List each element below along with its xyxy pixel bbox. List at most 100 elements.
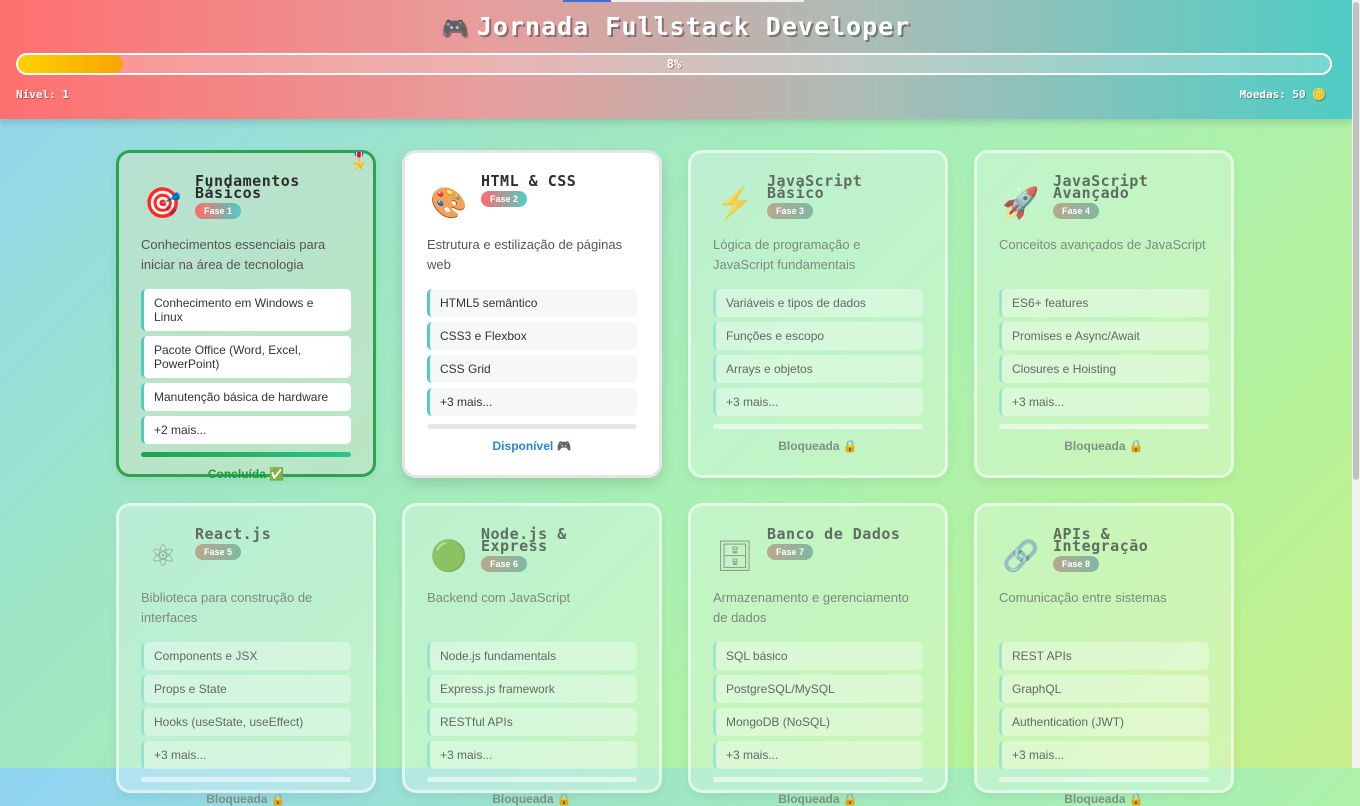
green-circle-icon: 🟢 [430, 539, 468, 573]
card-title: Fundamentos Básicos [195, 172, 300, 202]
phase-badge: Fase 1 [195, 203, 242, 219]
topic-item: +2 mais... [141, 416, 351, 444]
phase-badge: Fase 5 [195, 544, 242, 560]
card-title: React.js [195, 525, 272, 543]
rocket-icon: 🚀 [1002, 186, 1040, 220]
topic-list: SQL básico PostgreSQL/MySQL MongoDB (NoSQL… [713, 642, 923, 769]
topic-item: Arrays e objetos [713, 355, 923, 383]
phase-badge: Fase 4 [1053, 203, 1100, 219]
top-indicator-track [611, 0, 804, 2]
topic-item: Variáveis e tipos de dados [713, 289, 923, 317]
card-status: Bloqueada 🔒 [206, 792, 286, 806]
header-bar: 🎮 Jornada Fullstack Developer 8% Nível: 1… [0, 0, 1352, 119]
gamepad-icon: 🎮 [441, 15, 469, 40]
top-indicator [563, 0, 611, 2]
card-progress-bar [713, 777, 923, 782]
card-title: JavaScript Básico [767, 172, 863, 202]
card-progress-bar [141, 777, 351, 782]
scrollbar[interactable] [1352, 0, 1360, 768]
link-icon: 🔗 [1002, 539, 1040, 573]
target-icon: 🎯 [144, 186, 182, 220]
card-description: Conhecimentos essenciais para iniciar na… [141, 237, 326, 272]
card-progress-bar [427, 424, 637, 429]
card-progress-bar [713, 424, 923, 429]
topic-item: Express.js framework [427, 675, 637, 703]
phase-card[interactable]: 🎨 HTML & CSS Fase 2 Estrutura e estiliza… [402, 150, 662, 478]
topic-item: CSS3 e Flexbox [427, 322, 637, 350]
card-title-wrap: JavaScript Básico Fase 3 [767, 172, 923, 219]
card-status: Bloqueada 🔒 [778, 439, 858, 453]
topic-item: Conhecimento em Windows e Linux [141, 289, 351, 331]
card-progress-bar [141, 452, 351, 457]
page-title-text: Jornada Fullstack Developer [476, 12, 911, 41]
phase-card[interactable]: 🗄 Banco de Dados Fase 7 Armazenamento e … [688, 503, 948, 806]
card-header: 🗄 Banco de Dados Fase 7 [713, 525, 923, 582]
phase-card[interactable]: ⚛ React.js Fase 5 Biblioteca para constr… [116, 503, 376, 806]
card-header: 🎨 HTML & CSS Fase 2 [427, 174, 637, 229]
topic-item: +3 mais... [713, 388, 923, 416]
card-title: Node.js & Express [481, 525, 567, 555]
card-status: Bloqueada 🔒 [1064, 439, 1144, 453]
topic-item: +3 mais... [999, 388, 1209, 416]
topic-item: CSS Grid [427, 355, 637, 383]
topic-list: Components e JSX Props e State Hooks (useS… [141, 642, 351, 769]
topic-item: +3 mais... [427, 741, 637, 769]
topic-list: REST APIs GraphQL Authentication (JWT) +3 m… [999, 642, 1209, 769]
topic-list: Variáveis e tipos de dados Funções e esco… [713, 289, 923, 416]
topic-item: +3 mais... [713, 741, 923, 769]
card-status: Disponível 🎮 [492, 439, 572, 453]
topic-item: +3 mais... [141, 741, 351, 769]
card-progress-bar [999, 424, 1209, 429]
card-status: Concluída ✅ [207, 467, 285, 481]
topic-item: GraphQL [999, 675, 1209, 703]
topic-item: Components e JSX [141, 642, 351, 670]
phase-card[interactable]: 🚀 JavaScript Avançado Fase 4 Conceitos a… [974, 150, 1234, 478]
topic-item: Promises e Async/Await [999, 322, 1209, 350]
topic-item: RESTful APIs [427, 708, 637, 736]
topic-item: Pacote Office (Word, Excel, PowerPoint) [141, 336, 351, 378]
phase-badge: Fase 6 [481, 556, 528, 572]
topic-item: Funções e escopo [713, 322, 923, 350]
topic-item: PostgreSQL/MySQL [713, 675, 923, 703]
card-description: Conceitos avançados de JavaScript [999, 237, 1206, 252]
card-header: ⚡ JavaScript Básico Fase 3 [713, 172, 923, 229]
card-description: Lógica de programação e JavaScript funda… [713, 237, 861, 272]
card-description: Biblioteca para construção de interfaces [141, 590, 313, 625]
card-title-wrap: Fundamentos Básicos Fase 1 [195, 172, 351, 219]
card-title: APIs & Integração [1053, 525, 1149, 555]
topic-item: Closures e Hoisting [999, 355, 1209, 383]
phase-card[interactable]: 🎖️ 🎯 Fundamentos Básicos Fase 1 Conhecim… [116, 150, 376, 481]
card-header: 🟢 Node.js & Express Fase 6 [427, 525, 637, 582]
phase-card[interactable]: ⚡ JavaScript Básico Fase 3 Lógica de pro… [688, 150, 948, 478]
card-title: JavaScript Avançado [1053, 172, 1149, 202]
phase-badge: Fase 7 [767, 544, 814, 560]
topic-item: +3 mais... [999, 741, 1209, 769]
topic-item: Authentication (JWT) [999, 708, 1209, 736]
page-title: 🎮 Jornada Fullstack Developer [0, 12, 1352, 41]
phase-badge: Fase 3 [767, 203, 814, 219]
topic-item: ES6+ features [999, 289, 1209, 317]
topic-list: Node.js fundamentals Express.js framework… [427, 642, 637, 769]
topic-item: +3 mais... [427, 388, 637, 416]
topic-item: MongoDB (NoSQL) [713, 708, 923, 736]
progress-percent: 8% [666, 57, 682, 71]
overall-progress-bar: 8% [16, 53, 1332, 75]
card-progress-bar [999, 777, 1209, 782]
phase-badge: Fase 2 [481, 191, 528, 207]
card-header: 🔗 APIs & Integração Fase 8 [999, 525, 1209, 582]
card-header: 🚀 JavaScript Avançado Fase 4 [999, 172, 1209, 229]
card-title-wrap: Node.js & Express Fase 6 [481, 525, 637, 572]
phase-card[interactable]: 🟢 Node.js & Express Fase 6 Backend com J… [402, 503, 662, 806]
card-title-wrap: APIs & Integração Fase 8 [1053, 525, 1209, 572]
card-status: Bloqueada 🔒 [1064, 792, 1144, 806]
topic-item: Props e State [141, 675, 351, 703]
card-title: Banco de Dados [767, 525, 901, 543]
topic-item: Node.js fundamentals [427, 642, 637, 670]
card-title-wrap: Banco de Dados Fase 7 [767, 525, 923, 560]
phase-card[interactable]: 🔗 APIs & Integração Fase 8 Comunicação e… [974, 503, 1234, 806]
card-progress-bar [427, 777, 637, 782]
card-header: ⚛ React.js Fase 5 [141, 525, 351, 582]
scrollbar-thumb[interactable] [1353, 2, 1359, 480]
card-description: Comunicação entre sistemas [999, 590, 1167, 605]
topic-item: HTML5 semântico [427, 289, 637, 317]
